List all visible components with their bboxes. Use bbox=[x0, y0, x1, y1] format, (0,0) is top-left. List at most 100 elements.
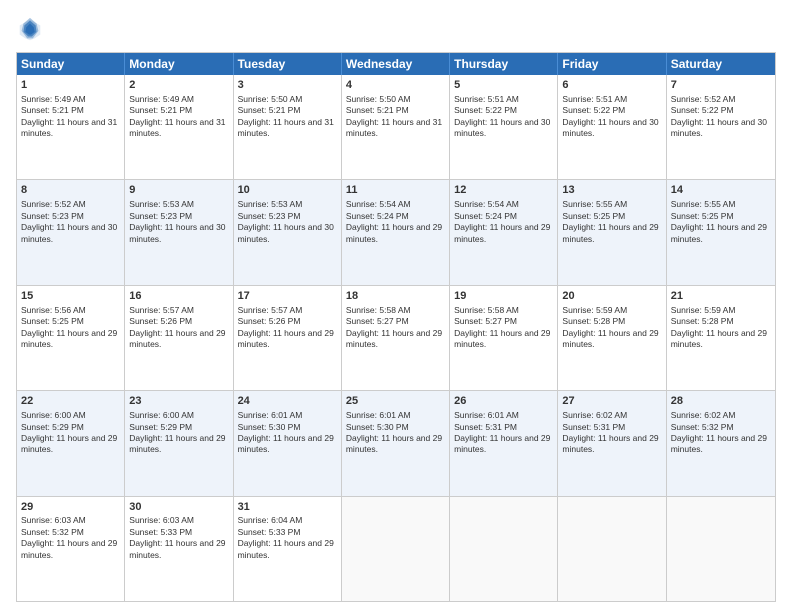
sunset-label: Sunset: 5:30 PM bbox=[346, 422, 409, 432]
calendar-cell: 3Sunrise: 5:50 AMSunset: 5:21 PMDaylight… bbox=[234, 75, 342, 179]
calendar-cell: 26Sunrise: 6:01 AMSunset: 5:31 PMDayligh… bbox=[450, 391, 558, 495]
sunrise-label: Sunrise: 5:52 AM bbox=[21, 199, 86, 209]
sunrise-label: Sunrise: 5:57 AM bbox=[129, 305, 194, 315]
sunrise-label: Sunrise: 6:02 AM bbox=[671, 410, 736, 420]
header-day-saturday: Saturday bbox=[667, 53, 775, 75]
sunset-label: Sunset: 5:22 PM bbox=[454, 105, 517, 115]
calendar-row-2: 8Sunrise: 5:52 AM Sunset: 5:23 PM Daylight… bbox=[17, 179, 775, 284]
daylight-label: Daylight: 11 hours and 29 minutes. bbox=[129, 328, 225, 349]
sunset-label: Sunset: 5:23 PM bbox=[21, 211, 84, 221]
calendar-cell: 29Sunrise: 6:03 AMSunset: 5:32 PMDayligh… bbox=[17, 497, 125, 601]
sunrise-label: Sunrise: 6:03 AM bbox=[21, 515, 86, 525]
daylight-label: Daylight: 11 hours and 31 minutes. bbox=[21, 117, 117, 138]
calendar-cell: 5Sunrise: 5:51 AMSunset: 5:22 PMDaylight… bbox=[450, 75, 558, 179]
day-number: 16 bbox=[129, 289, 228, 304]
daylight-label: Daylight: 11 hours and 29 minutes. bbox=[454, 433, 550, 454]
header-day-friday: Friday bbox=[558, 53, 666, 75]
sunrise-label: Sunrise: 6:00 AM bbox=[129, 410, 194, 420]
day-number: 31 bbox=[238, 500, 337, 515]
sunset-label: Sunset: 5:29 PM bbox=[129, 422, 192, 432]
sunrise-label: Sunrise: 5:59 AM bbox=[562, 305, 627, 315]
calendar-cell: 22Sunrise: 6:00 AMSunset: 5:29 PMDayligh… bbox=[17, 391, 125, 495]
sunset-label: Sunset: 5:23 PM bbox=[129, 211, 192, 221]
sunset-label: Sunset: 5:28 PM bbox=[562, 316, 625, 326]
daylight-label: Daylight: 11 hours and 29 minutes. bbox=[21, 433, 117, 454]
day-number: 20 bbox=[562, 289, 661, 304]
daylight-label: Daylight: 11 hours and 30 minutes. bbox=[454, 117, 550, 138]
calendar-cell: 23Sunrise: 6:00 AMSunset: 5:29 PMDayligh… bbox=[125, 391, 233, 495]
calendar-row-1: 1Sunrise: 5:49 AM Sunset: 5:21 PM Daylight… bbox=[17, 75, 775, 179]
daylight-label: Daylight: 11 hours and 29 minutes. bbox=[346, 328, 442, 349]
day-number: 27 bbox=[562, 394, 661, 409]
header-day-wednesday: Wednesday bbox=[342, 53, 450, 75]
day-number: 1 bbox=[21, 78, 120, 93]
calendar-cell: 2Sunrise: 5:49 AMSunset: 5:21 PMDaylight… bbox=[125, 75, 233, 179]
daylight-label: Daylight: 11 hours and 31 minutes. bbox=[129, 117, 225, 138]
calendar-cell: 27Sunrise: 6:02 AMSunset: 5:31 PMDayligh… bbox=[558, 391, 666, 495]
sunset-label: Sunset: 5:21 PM bbox=[346, 105, 409, 115]
logo bbox=[16, 16, 48, 44]
sunrise-label: Sunrise: 5:58 AM bbox=[346, 305, 411, 315]
calendar-row-5: 29Sunrise: 6:03 AMSunset: 5:32 PMDayligh… bbox=[17, 496, 775, 601]
header-day-sunday: Sunday bbox=[17, 53, 125, 75]
day-number: 6 bbox=[562, 78, 661, 93]
day-number: 18 bbox=[346, 289, 445, 304]
calendar-cell: 28Sunrise: 6:02 AMSunset: 5:32 PMDayligh… bbox=[667, 391, 775, 495]
daylight-label: Daylight: 11 hours and 29 minutes. bbox=[238, 433, 334, 454]
sunset-label: Sunset: 5:27 PM bbox=[346, 316, 409, 326]
sunrise-label: Sunrise: 6:03 AM bbox=[129, 515, 194, 525]
calendar-cell: 9Sunrise: 5:53 AMSunset: 5:23 PMDaylight… bbox=[125, 180, 233, 284]
sunrise-label: Sunrise: 6:00 AM bbox=[21, 410, 86, 420]
calendar-row-3: 15Sunrise: 5:56 AMSunset: 5:25 PMDayligh… bbox=[17, 285, 775, 390]
day-number: 28 bbox=[671, 394, 771, 409]
calendar-header: SundayMondayTuesdayWednesdayThursdayFrid… bbox=[17, 53, 775, 75]
sunset-label: Sunset: 5:29 PM bbox=[21, 422, 84, 432]
day-number: 12 bbox=[454, 183, 553, 198]
day-number: 9 bbox=[129, 183, 228, 198]
day-number: 26 bbox=[454, 394, 553, 409]
sunset-label: Sunset: 5:33 PM bbox=[129, 527, 192, 537]
daylight-label: Daylight: 11 hours and 29 minutes. bbox=[129, 433, 225, 454]
day-number: 4 bbox=[346, 78, 445, 93]
day-number: 8 bbox=[21, 183, 120, 198]
daylight-label: Daylight: 11 hours and 29 minutes. bbox=[346, 433, 442, 454]
day-number: 19 bbox=[454, 289, 553, 304]
daylight-label: Daylight: 11 hours and 29 minutes. bbox=[346, 222, 442, 243]
sunset-label: Sunset: 5:31 PM bbox=[562, 422, 625, 432]
day-number: 29 bbox=[21, 500, 120, 515]
sunset-label: Sunset: 5:32 PM bbox=[21, 527, 84, 537]
daylight-label: Daylight: 11 hours and 31 minutes. bbox=[238, 117, 334, 138]
day-number: 13 bbox=[562, 183, 661, 198]
calendar-body: 1Sunrise: 5:49 AM Sunset: 5:21 PM Daylight… bbox=[17, 75, 775, 601]
sunset-label: Sunset: 5:24 PM bbox=[454, 211, 517, 221]
sunrise-label: Sunrise: 5:53 AM bbox=[238, 199, 303, 209]
sunrise-label: Sunrise: 5:59 AM bbox=[671, 305, 736, 315]
sunset-label: Sunset: 5:22 PM bbox=[671, 105, 734, 115]
sunrise-label: Sunrise: 5:58 AM bbox=[454, 305, 519, 315]
calendar: SundayMondayTuesdayWednesdayThursdayFrid… bbox=[16, 52, 776, 602]
sunrise-label: Sunrise: 5:54 AM bbox=[454, 199, 519, 209]
page: SundayMondayTuesdayWednesdayThursdayFrid… bbox=[0, 0, 792, 612]
calendar-cell: 20Sunrise: 5:59 AMSunset: 5:28 PMDayligh… bbox=[558, 286, 666, 390]
daylight-label: Daylight: 11 hours and 30 minutes. bbox=[238, 222, 334, 243]
day-number: 24 bbox=[238, 394, 337, 409]
header bbox=[16, 16, 776, 44]
sunrise-label: Sunrise: 5:54 AM bbox=[346, 199, 411, 209]
calendar-cell bbox=[450, 497, 558, 601]
calendar-cell: 8Sunrise: 5:52 AMSunset: 5:23 PMDaylight… bbox=[17, 180, 125, 284]
sunset-label: Sunset: 5:33 PM bbox=[238, 527, 301, 537]
sunset-label: Sunset: 5:31 PM bbox=[454, 422, 517, 432]
daylight-label: Daylight: 11 hours and 29 minutes. bbox=[562, 433, 658, 454]
calendar-row-4: 22Sunrise: 6:00 AMSunset: 5:29 PMDayligh… bbox=[17, 390, 775, 495]
calendar-cell bbox=[667, 497, 775, 601]
calendar-cell bbox=[342, 497, 450, 601]
calendar-cell: 1Sunrise: 5:49 AMSunset: 5:21 PMDaylight… bbox=[17, 75, 125, 179]
calendar-cell: 7Sunrise: 5:52 AMSunset: 5:22 PMDaylight… bbox=[667, 75, 775, 179]
sunset-label: Sunset: 5:25 PM bbox=[562, 211, 625, 221]
calendar-cell: 11Sunrise: 5:54 AMSunset: 5:24 PMDayligh… bbox=[342, 180, 450, 284]
sunset-label: Sunset: 5:21 PM bbox=[238, 105, 301, 115]
daylight-label: Daylight: 11 hours and 29 minutes. bbox=[238, 328, 334, 349]
day-number: 11 bbox=[346, 183, 445, 198]
sunrise-label: Sunrise: 5:49 AM bbox=[21, 94, 86, 104]
daylight-label: Daylight: 11 hours and 29 minutes. bbox=[454, 222, 550, 243]
